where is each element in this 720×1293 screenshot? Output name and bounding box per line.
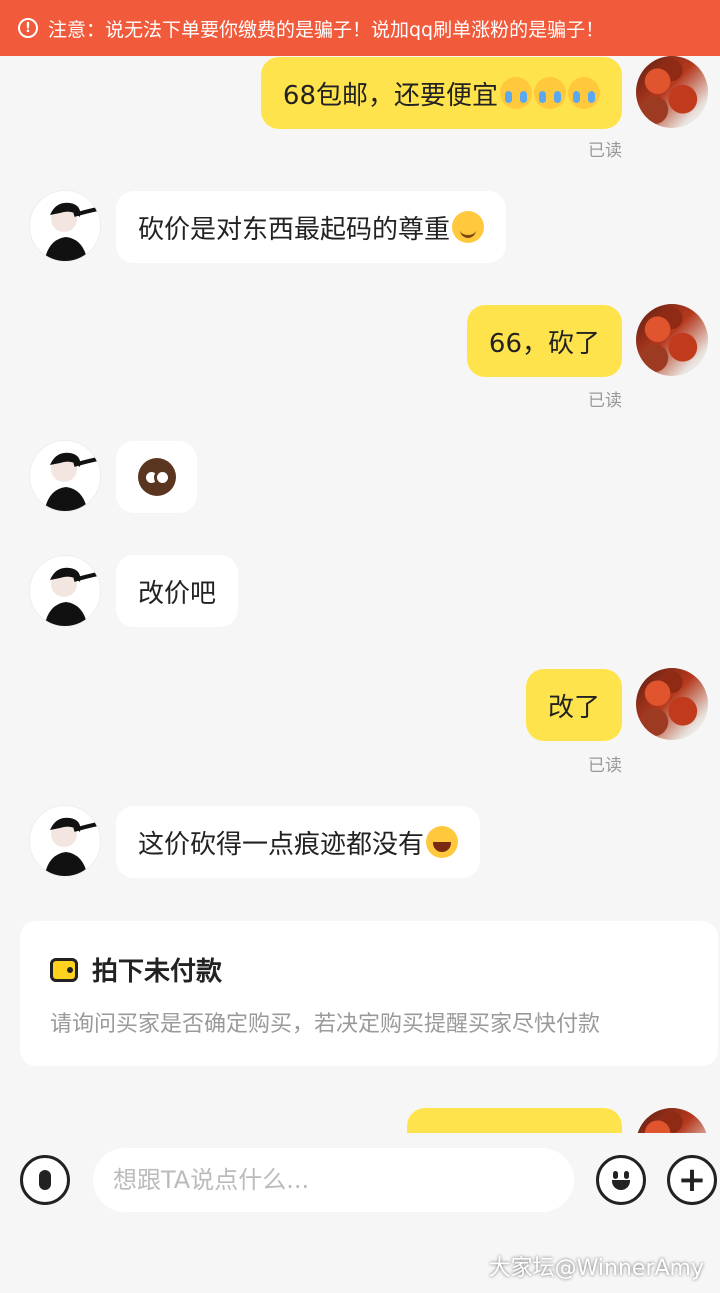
order-status-title: 拍下未付款	[92, 957, 223, 987]
crying-owl-sticker	[137, 458, 176, 496]
person-silhouette-icon	[44, 452, 99, 511]
message-text: 66，砍了	[488, 328, 600, 359]
message-bubble-mine[interactable]: 66，砍了	[466, 305, 622, 377]
message-bubble-other[interactable]: 这价砍得一点痕迹都没有	[116, 806, 481, 878]
warning-text: 注意：说无法下单要你缴费的是骗子！说加qq刷单涨粉的是骗子！	[48, 18, 605, 41]
order-status-subtitle: 请询问买家是否确定购买，若决定购买提醒买家尽快付款	[50, 1012, 601, 1037]
message-bubble-other[interactable]: 砍价是对东西最起码的尊重	[116, 191, 507, 263]
emoji-button[interactable]	[596, 1155, 646, 1205]
message-text: 改了	[547, 692, 600, 723]
seller-avatar[interactable]	[29, 805, 101, 877]
message-text: 这价砍得一点痕迹都没有	[138, 829, 425, 860]
seller-avatar[interactable]	[29, 555, 101, 627]
person-silhouette-icon	[44, 567, 99, 626]
plus-icon: +	[677, 1160, 707, 1200]
person-silhouette-icon	[44, 817, 99, 876]
microphone-icon	[39, 1170, 51, 1190]
person-silhouette-icon	[44, 202, 99, 261]
wallet-icon	[50, 957, 78, 982]
loudly-crying-face-icon	[568, 77, 600, 109]
order-status-title-row: 拍下未付款	[50, 951, 688, 988]
my-avatar[interactable]	[636, 1108, 708, 1133]
message-bubble-mine-partial[interactable]	[407, 1108, 622, 1133]
message-text: 改价吧	[138, 578, 217, 609]
message-input[interactable]	[93, 1148, 574, 1212]
read-status: 已读	[588, 756, 622, 776]
order-status-card: 拍下未付款 请询问买家是否确定购买，若决定购买提醒买家尽快付款	[20, 921, 718, 1066]
loudly-crying-face-icon	[500, 77, 532, 109]
my-avatar[interactable]	[636, 304, 708, 376]
loudly-crying-face-icon	[534, 77, 566, 109]
message-bubble-mine[interactable]: 68包邮，还要便宜	[260, 57, 622, 129]
my-avatar[interactable]	[636, 668, 708, 740]
exclamation-circle-icon: !	[18, 18, 38, 38]
read-status: 已读	[588, 141, 622, 161]
watermark: 大家坛@WinnerAmy	[488, 1256, 704, 1281]
message-text: 砍价是对东西最起码的尊重	[138, 214, 451, 245]
my-avatar[interactable]	[636, 56, 708, 128]
voice-input-button[interactable]	[20, 1155, 70, 1205]
message-bubble-mine[interactable]: 改了	[525, 669, 622, 741]
more-options-button[interactable]: +	[667, 1155, 717, 1205]
read-status: 已读	[588, 391, 622, 411]
seller-avatar[interactable]	[29, 190, 101, 262]
seller-avatar[interactable]	[29, 440, 101, 512]
emoji-icon	[606, 1165, 636, 1195]
sticker-message-bubble[interactable]	[116, 441, 197, 513]
message-bubble-other[interactable]: 改价吧	[116, 555, 239, 627]
smirking-face-icon	[452, 211, 485, 243]
warning-banner: ! 注意：说无法下单要你缴费的是骗子！说加qq刷单涨粉的是骗子！	[0, 0, 720, 56]
message-text: 68包邮，还要便宜	[282, 80, 498, 111]
chat-message-list[interactable]: 68包邮，还要便宜 已读 砍价是对东西最起码的尊重 66，砍了 已读 改价吧 改…	[0, 56, 720, 1133]
laughing-with-tears-face-icon	[426, 826, 459, 858]
